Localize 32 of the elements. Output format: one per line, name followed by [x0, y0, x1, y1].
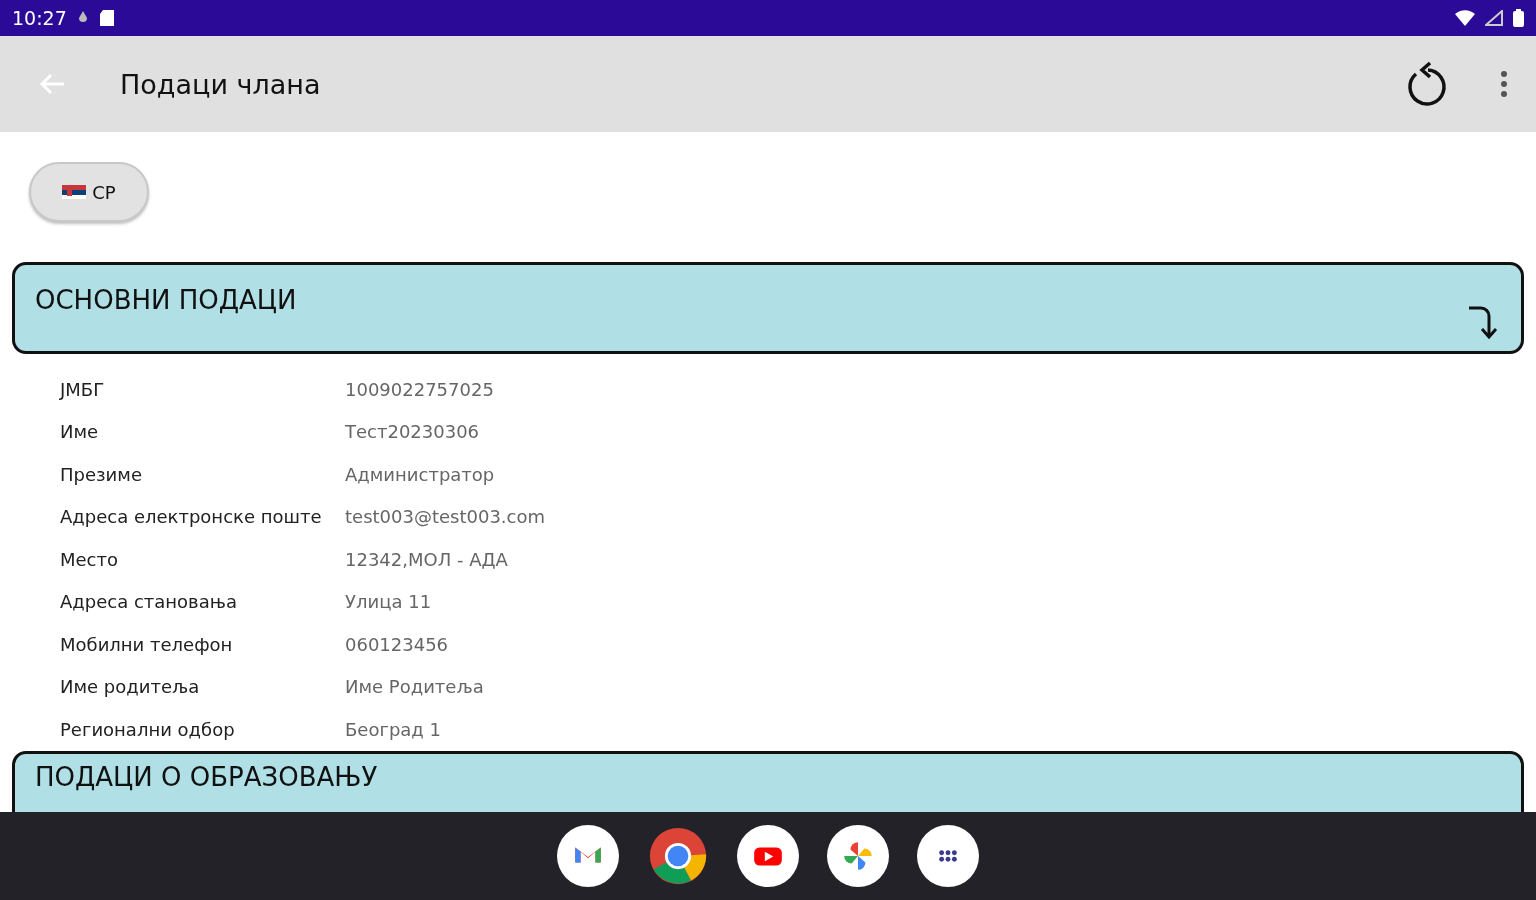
language-button[interactable]: СР	[29, 162, 149, 222]
field-label: Адреса становања	[60, 591, 238, 613]
field-value: Улица 11	[345, 591, 433, 613]
field-value: Име Родитеља	[345, 676, 485, 698]
sd-card-icon	[98, 9, 115, 27]
field-value: 1009022757025	[345, 378, 495, 400]
wifi-icon	[1455, 10, 1475, 26]
field-label: Адреса електронске поште	[60, 506, 323, 528]
section-header[interactable]: ОСНОВНИ ПОДАЦИ	[12, 262, 1524, 354]
field-label: Презиме	[60, 463, 143, 485]
dock-app[interactable]	[647, 825, 709, 887]
browser-icon	[648, 826, 708, 886]
field-label: Мобилни телефон	[60, 633, 234, 655]
pinwheel-icon	[841, 839, 875, 873]
section-header[interactable]: ПОДАЦИ О ОБРАЗОВАЊУ	[12, 750, 1524, 812]
flag-icon	[62, 185, 87, 199]
battery-icon	[1513, 9, 1524, 27]
more-options-icon[interactable]	[1500, 71, 1508, 97]
field-value: Администратор	[345, 463, 496, 485]
field-label: Име	[60, 421, 100, 443]
field-label: Име родитеља	[60, 676, 201, 698]
signal-icon	[1485, 10, 1503, 26]
page-title: Подаци члана	[120, 68, 321, 100]
field-label: Регионални одбор	[60, 718, 236, 740]
status-time: 10:27	[12, 7, 67, 29]
field-value: test003@test003.com	[345, 506, 546, 528]
field-value: Београд 1	[345, 718, 442, 740]
field-value: 12342,МОЛ - АДА	[345, 548, 509, 570]
field-value: 060123456	[345, 633, 450, 655]
field-value: Тест20230306	[345, 421, 481, 443]
field-label: ЈМБГ	[60, 378, 106, 400]
field-label: Место	[60, 548, 119, 570]
